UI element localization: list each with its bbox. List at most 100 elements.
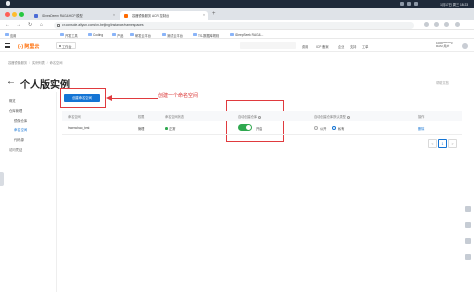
info-icon[interactable] xyxy=(258,115,262,119)
status-badge: 正常 xyxy=(165,126,175,131)
bookmark-item[interactable]: Coding xyxy=(88,33,103,37)
floating-help-icon[interactable] xyxy=(465,206,471,212)
bookmark-item[interactable]: 应用 xyxy=(5,32,16,38)
sidebar-item-code-source[interactable]: 代码源 xyxy=(14,137,24,142)
apps-icon xyxy=(5,32,9,37)
status-icon[interactable] xyxy=(407,2,411,6)
info-icon[interactable] xyxy=(346,115,350,119)
back-icon[interactable]: ← xyxy=(5,22,10,28)
close-tab-icon[interactable]: × xyxy=(203,13,205,17)
new-tab-icon[interactable]: + xyxy=(212,11,216,17)
floating-menu-icon[interactable] xyxy=(465,254,471,260)
sidebar-item-repo-management[interactable]: 仓库管理 xyxy=(9,108,22,113)
system-clock: 1月17日 周三 18:23 xyxy=(440,3,468,7)
apple-logo-icon[interactable] xyxy=(6,1,10,6)
extension-icon[interactable] xyxy=(424,22,429,27)
profile-icon[interactable] xyxy=(444,22,449,27)
bookmark-item[interactable]: 测试云平台 xyxy=(162,32,183,38)
browser-toolbar: ← → ↻ ⌂ cr.console.aliyun.com/cn-beijing… xyxy=(0,20,474,30)
back-arrow-icon[interactable]: ← xyxy=(6,77,16,87)
pagination-page-button[interactable]: 1 xyxy=(438,139,447,148)
annotation-arrow-head xyxy=(106,95,112,101)
browser-tab-strip: IDnesDeem RAG&HCP 模型 × 容器镜像服务 ACR 控制台 × … xyxy=(0,8,474,20)
close-window-icon[interactable] xyxy=(5,12,10,17)
maximize-window-icon[interactable] xyxy=(19,12,24,17)
annotation-box xyxy=(60,88,106,108)
site-icon xyxy=(230,32,234,37)
column-header-auto-create: 自动创建仓库 xyxy=(238,114,262,119)
folder-icon xyxy=(112,32,116,37)
radio-public[interactable] xyxy=(314,125,318,130)
close-tab-icon[interactable]: × xyxy=(113,13,115,17)
browser-tab-active[interactable]: 容器镜像服务 ACR 控制台 × xyxy=(120,11,208,20)
top-nav-fees[interactable]: 费用 xyxy=(302,44,308,49)
breadcrumb: 容器镜像服务 / 实例列表 / 命名空间 xyxy=(8,61,63,65)
breadcrumb-item: 命名空间 xyxy=(49,61,63,65)
forward-icon[interactable]: → xyxy=(16,22,21,28)
reload-icon[interactable]: ↻ xyxy=(28,22,32,28)
bookmark-item[interactable]: 研发云平台 xyxy=(130,32,151,38)
site-icon xyxy=(130,32,134,37)
column-header-actions: 操作 xyxy=(418,115,425,119)
top-nav-support[interactable]: 支持 xyxy=(350,44,356,49)
sidebar-item-image-repos[interactable]: 镜像仓库 xyxy=(14,118,27,123)
collapse-sidebar-handle[interactable] xyxy=(0,172,4,186)
system-menu-bar: 1月17日 周三 18:23 xyxy=(0,0,474,8)
namespace-name: hwenchao_test xyxy=(68,126,90,130)
console-header: (-) 阿里云 工作台 费用 ICP 备案 企业 支持 工单 1009*****… xyxy=(0,40,474,52)
site-icon xyxy=(162,32,166,37)
bookmarks-bar: 应用 开发工具 Coding 产品 研发云平台 测试云平台 TS-数据库规则 I… xyxy=(0,30,474,39)
home-icon[interactable]: ⌂ xyxy=(40,22,43,28)
floating-feedback-icon[interactable] xyxy=(465,222,471,228)
aliyun-logo[interactable]: (-) 阿里云 xyxy=(18,43,39,50)
pagination-next-button[interactable]: > xyxy=(448,139,457,148)
account-info[interactable]: 1009*******3 RAM 用户 xyxy=(436,41,453,50)
floating-chat-icon[interactable] xyxy=(465,238,471,244)
bookmark-item[interactable]: 开发工具 xyxy=(60,32,78,38)
bookmark-item[interactable]: IDeepSeek RAG&... xyxy=(230,33,263,37)
avatar[interactable] xyxy=(462,42,468,49)
radio-public-label[interactable]: 公开 xyxy=(320,126,326,131)
tab-favicon-icon xyxy=(124,13,128,18)
tab-favicon-icon xyxy=(34,13,38,18)
top-nav-enterprise[interactable]: 企业 xyxy=(338,44,344,49)
bookmark-item[interactable]: TS-数据库规则 xyxy=(193,32,219,38)
annotation-box xyxy=(226,100,284,142)
home-icon xyxy=(58,44,61,47)
status-dot-icon xyxy=(165,127,168,130)
sidebar-item-access-credentials[interactable]: 访问凭证 xyxy=(9,147,22,152)
bookmark-item[interactable]: 产品 xyxy=(112,32,123,38)
more-icon[interactable] xyxy=(455,22,460,27)
minimize-window-icon[interactable] xyxy=(12,12,17,17)
sidebar-divider xyxy=(56,92,57,292)
browser-tab[interactable]: IDnesDeem RAG&HCP 模型 × xyxy=(30,11,118,20)
lock-icon xyxy=(57,23,60,27)
breadcrumb-item[interactable]: 实例列表 xyxy=(32,61,45,65)
help-docs-link[interactable]: 帮助文档 xyxy=(436,80,449,85)
pagination-prev-button[interactable]: < xyxy=(428,139,437,148)
breadcrumb-item[interactable]: 容器镜像服务 xyxy=(8,61,27,65)
wifi-icon[interactable] xyxy=(414,2,418,6)
extension-icon[interactable] xyxy=(434,22,439,27)
column-header-default-type: 自动创建仓库默认类型 xyxy=(314,114,350,119)
delete-link[interactable]: 删除 xyxy=(418,126,424,131)
radio-private[interactable] xyxy=(332,125,336,130)
top-nav-icp[interactable]: ICP 备案 xyxy=(316,44,329,49)
column-header-status: 命名空间状态 xyxy=(165,115,185,119)
folder-icon xyxy=(60,32,64,37)
auto-create-label: 开启 xyxy=(256,127,263,131)
auto-create-toggle[interactable] xyxy=(238,124,252,131)
console-search-input[interactable] xyxy=(240,42,296,49)
top-nav-ticket[interactable]: 工单 xyxy=(362,44,368,49)
status-icon[interactable] xyxy=(400,2,404,6)
sidebar-item-overview[interactable]: 概览 xyxy=(9,98,16,103)
toggle-knob xyxy=(245,124,252,131)
radio-private-label[interactable]: 私有 xyxy=(338,126,344,131)
sidebar-item-namespaces[interactable]: 命名空间 xyxy=(14,127,27,132)
hamburger-menu-icon[interactable] xyxy=(5,43,10,48)
workspace-button[interactable]: 工作台 xyxy=(56,42,76,49)
tab-label: IDnesDeem RAG&HCP 模型 xyxy=(42,14,83,18)
annotation-arrow xyxy=(110,97,158,99)
annotation-callout: 创建一个命名空间 xyxy=(158,93,199,99)
address-bar[interactable]: cr.console.aliyun.com/cn-beijing/instanc… xyxy=(54,21,414,29)
